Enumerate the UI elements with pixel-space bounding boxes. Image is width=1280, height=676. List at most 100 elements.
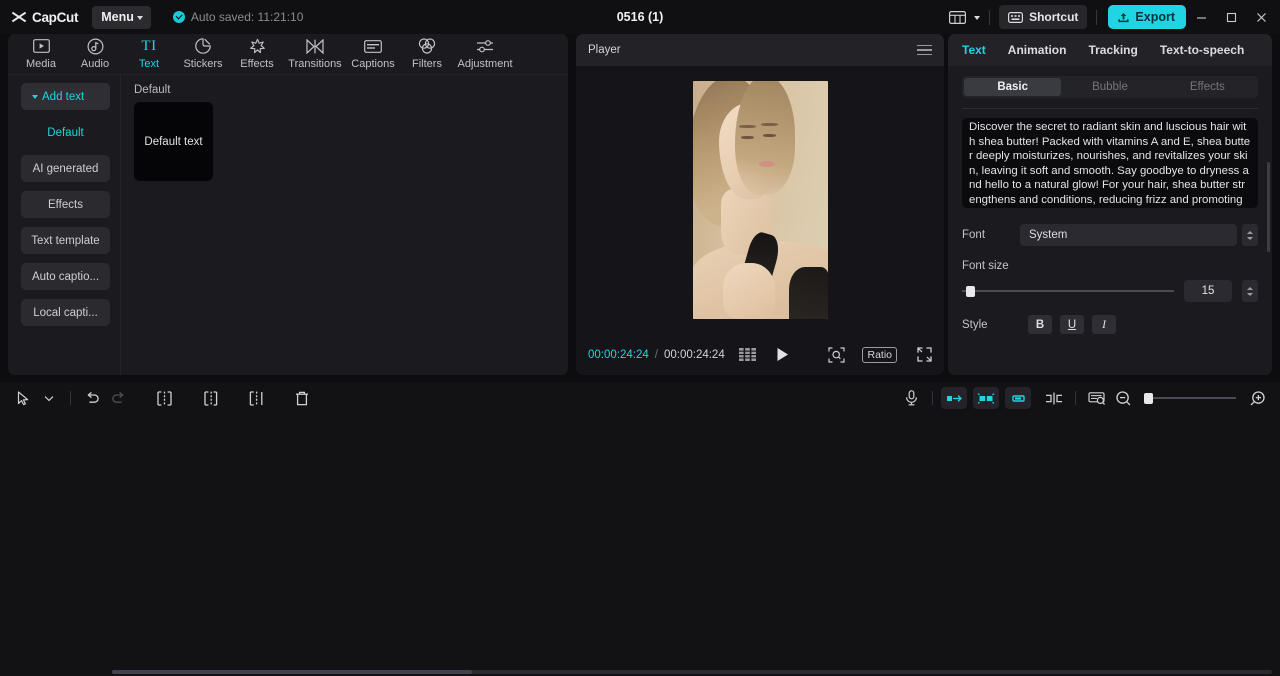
scrollbar-thumb[interactable]: [112, 670, 472, 674]
italic-button[interactable]: I: [1092, 315, 1116, 334]
preview-video: [692, 81, 828, 319]
export-label: Export: [1135, 10, 1175, 24]
sidebar-item-text-template[interactable]: Text template: [21, 227, 110, 254]
capcut-window: CapCut Menu Auto saved: 11:21:10 0516 (1…: [0, 0, 1280, 676]
sidebar-item-default[interactable]: Default: [21, 119, 110, 146]
zoom-slider-knob[interactable]: [1144, 393, 1153, 404]
tab-tracking[interactable]: Tracking: [1088, 43, 1137, 57]
sidebar-item-effects[interactable]: Effects: [21, 191, 110, 218]
tab-effects[interactable]: Effects: [230, 34, 284, 70]
export-button[interactable]: Export: [1108, 5, 1186, 29]
tab-text-to-speech[interactable]: Text-to-speech: [1160, 43, 1244, 57]
player-controls: 00:00:24:24 / 00:00:24:24 Ratio: [576, 334, 944, 375]
segment-effects[interactable]: Effects: [1159, 78, 1256, 96]
sidebar-item-ai-generated[interactable]: AI generated: [21, 155, 110, 182]
trim-right-icon[interactable]: [243, 386, 269, 410]
chevron-down-icon: [136, 15, 143, 20]
zoom-in-icon[interactable]: [1244, 386, 1270, 410]
zoom-fit-icon[interactable]: [828, 346, 846, 363]
delete-icon[interactable]: [289, 386, 315, 410]
undo-icon[interactable]: [79, 386, 105, 410]
tab-audio[interactable]: Audio: [68, 34, 122, 70]
tab-label: Audio: [80, 58, 110, 70]
fullscreen-icon[interactable]: [917, 347, 932, 362]
segment-basic[interactable]: Basic: [964, 78, 1062, 96]
font-size-stepper[interactable]: [1242, 280, 1258, 302]
trim-left-icon[interactable]: [197, 386, 223, 410]
keyframe-next-icon[interactable]: [1005, 387, 1031, 409]
fit-timeline-icon[interactable]: [1084, 386, 1110, 410]
font-row: Font System: [962, 224, 1258, 246]
bold-button[interactable]: B: [1028, 315, 1052, 334]
app-logo: CapCut: [12, 10, 79, 25]
keyframe-prev-icon[interactable]: [941, 387, 967, 409]
chevron-down-icon[interactable]: [36, 386, 62, 410]
font-select[interactable]: System: [1020, 224, 1237, 246]
font-label: Font: [962, 229, 986, 241]
tab-animation[interactable]: Animation: [1008, 43, 1067, 57]
adjustment-icon: [476, 36, 495, 56]
redo-icon[interactable]: [105, 386, 131, 410]
keyframe-icon[interactable]: [973, 387, 999, 409]
right-panel: Text Animation Tracking Text-to-speech B…: [948, 34, 1272, 375]
font-size-slider[interactable]: [962, 286, 1174, 297]
sidebar-item-local-captions[interactable]: Local capti...: [21, 299, 110, 326]
text-content-area: Default Default text: [121, 75, 568, 375]
tab-stickers[interactable]: Stickers: [176, 34, 230, 70]
capcut-logo-icon: [12, 11, 27, 24]
timeline-zoom-slider[interactable]: [1144, 393, 1236, 404]
effects-icon: [249, 36, 266, 56]
tab-text[interactable]: TI Text: [122, 34, 176, 71]
timeline-panel: 00:00 00:10 00:20 00:30 00:40 00:50 01:0…: [0, 382, 1280, 676]
cursor-select-icon[interactable]: [10, 386, 36, 410]
ratio-button[interactable]: Ratio: [862, 346, 897, 363]
split-icon[interactable]: [151, 386, 177, 410]
close-button[interactable]: [1246, 0, 1276, 34]
text-icon: TI: [141, 37, 157, 54]
minimize-button[interactable]: [1186, 0, 1216, 34]
tab-adjustment[interactable]: Adjustment: [454, 34, 516, 70]
transitions-icon: [306, 36, 324, 56]
layout-icon[interactable]: [942, 5, 972, 29]
tab-label: Transitions: [288, 58, 342, 70]
hamburger-icon[interactable]: [917, 44, 932, 56]
style-label: Style: [962, 318, 988, 331]
autosave-label: Auto saved: 11:21:10: [190, 10, 304, 24]
tab-label: Stickers: [183, 58, 223, 70]
tab-captions[interactable]: Captions: [346, 34, 400, 70]
microphone-icon[interactable]: [898, 386, 924, 410]
sidebar-item-auto-captions[interactable]: Auto captio...: [21, 263, 110, 290]
player-panel: Player 00:00:24:24 / 00:00:24:24 Ratio: [576, 34, 944, 375]
player-title: Player: [588, 44, 621, 56]
mirror-split-icon[interactable]: [1041, 386, 1067, 410]
segment-bubble[interactable]: Bubble: [1061, 78, 1158, 96]
timeline-toolbar: [0, 382, 1280, 414]
shortcut-button[interactable]: Shortcut: [999, 5, 1088, 29]
preview-strap-r: [788, 267, 828, 319]
title-bar: CapCut Menu Auto saved: 11:21:10 0516 (1…: [0, 0, 1280, 34]
sidebar-item-label: Effects: [48, 198, 83, 211]
right-tab-bar: Text Animation Tracking Text-to-speech: [948, 34, 1272, 66]
font-size-value[interactable]: 15: [1184, 280, 1232, 302]
text-input-area[interactable]: Discover the secret to radiant skin and …: [962, 118, 1258, 208]
tab-text-properties[interactable]: Text: [962, 43, 986, 57]
style-row: Style B U I: [962, 315, 1258, 334]
menu-button[interactable]: Menu: [92, 5, 151, 29]
tab-media[interactable]: Media: [14, 34, 68, 70]
underline-button[interactable]: U: [1060, 315, 1084, 334]
zoom-out-icon[interactable]: [1110, 386, 1136, 410]
filters-icon: [418, 36, 436, 56]
tab-filters[interactable]: Filters: [400, 34, 454, 70]
frames-icon[interactable]: [738, 348, 756, 361]
slider-knob[interactable]: [966, 286, 975, 297]
default-text-card[interactable]: Default text: [134, 102, 213, 181]
maximize-button[interactable]: [1216, 0, 1246, 34]
sidebar-item-add-text[interactable]: Add text: [21, 83, 110, 110]
timeline-scrollbar[interactable]: [112, 670, 1272, 674]
tab-transitions[interactable]: Transitions: [284, 34, 346, 70]
current-time: 00:00:24:24: [588, 348, 649, 361]
font-stepper[interactable]: [1242, 224, 1258, 246]
layout-chevron-down-icon[interactable]: [974, 16, 981, 20]
right-panel-scrollbar[interactable]: [1267, 162, 1270, 252]
play-icon[interactable]: [776, 347, 789, 362]
